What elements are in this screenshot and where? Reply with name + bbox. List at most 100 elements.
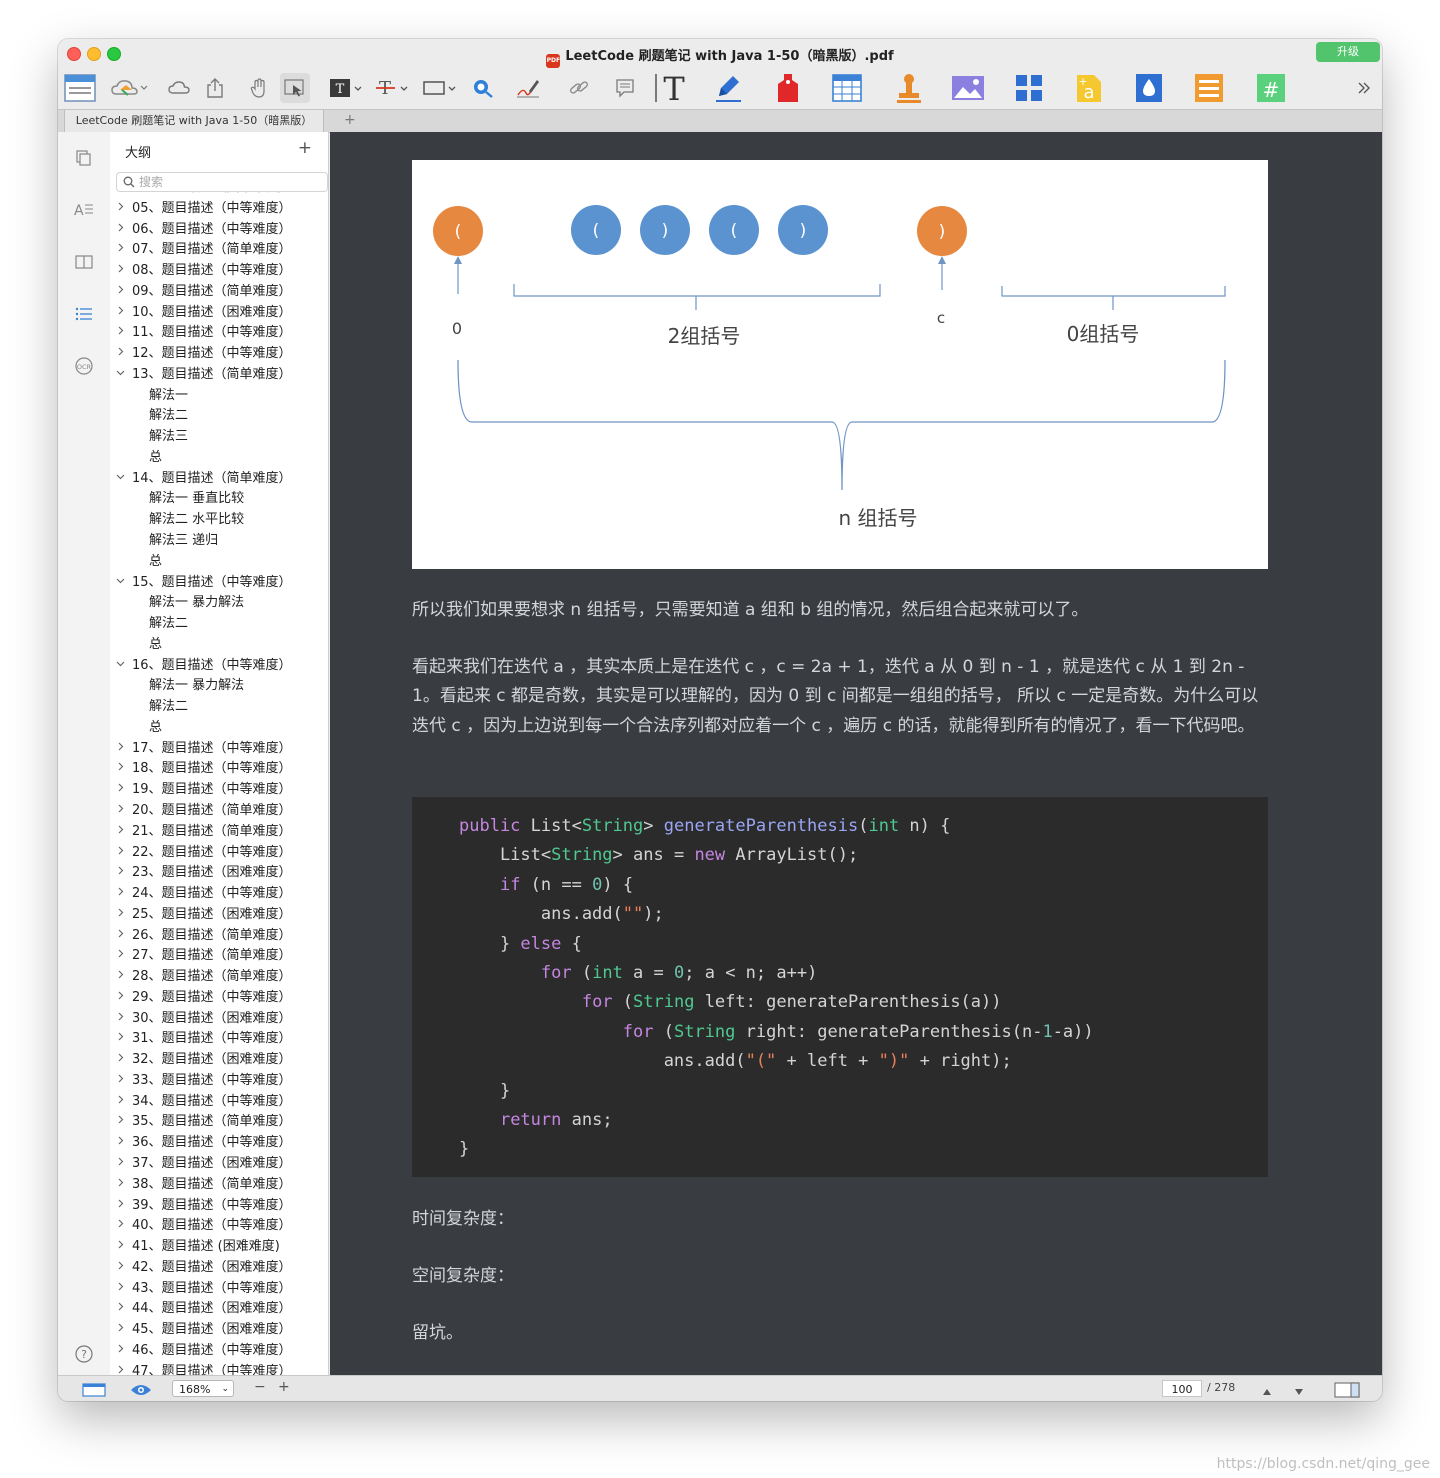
outline-subitem[interactable]: 解法一 垂直比较 <box>110 489 328 510</box>
outline-item[interactable]: 29、题目描述（中等难度） <box>110 988 328 1009</box>
outline-item[interactable]: 11、题目描述（中等难度） <box>110 323 328 344</box>
chevron-right-icon[interactable] <box>116 1196 125 1217</box>
bates-number-icon[interactable]: # <box>1254 73 1288 103</box>
chevron-right-icon[interactable] <box>116 282 125 303</box>
outline-item[interactable]: 21、题目描述（简单难度） <box>110 822 328 843</box>
outline-item[interactable]: 22、题目描述（中等难度） <box>110 843 328 864</box>
ocr-search-icon[interactable] <box>470 73 496 103</box>
cloud-icon[interactable] <box>166 73 192 103</box>
outline-item[interactable]: 20、题目描述（简单难度） <box>110 801 328 822</box>
chevron-right-icon[interactable] <box>116 1112 125 1133</box>
hand-tool-icon[interactable] <box>246 73 272 103</box>
outline-item[interactable]: 13、题目描述（简单难度） <box>110 365 328 386</box>
chevron-right-icon[interactable] <box>116 884 125 905</box>
outline-item[interactable]: 41、题目描述 (困难难度) <box>110 1237 328 1258</box>
chevron-down-icon[interactable] <box>116 365 125 386</box>
outline-item[interactable]: 23、题目描述（困难难度） <box>110 863 328 884</box>
chevron-right-icon[interactable] <box>116 323 125 344</box>
outline-subitem[interactable]: 解法二 <box>110 697 328 718</box>
outline-subitem[interactable]: 解法二 <box>110 614 328 635</box>
outline-item[interactable]: 38、题目描述（简单难度） <box>110 1175 328 1196</box>
document-view[interactable]: ( ( ) ( ) ) 0 c 2组括号 0组括号 n 组括号 所以我们如果要想… <box>330 132 1382 1375</box>
outline-item[interactable]: 15、题目描述（中等难度） <box>110 573 328 594</box>
chevron-right-icon[interactable] <box>116 946 125 967</box>
chevron-right-icon[interactable] <box>116 1092 125 1113</box>
outline-subitem[interactable]: 解法二 <box>110 406 328 427</box>
outline-list-icon[interactable] <box>72 302 96 326</box>
outline-subitem[interactable]: 总 <box>110 552 328 573</box>
chevron-down-icon[interactable] <box>116 656 125 677</box>
outline-item[interactable]: 44、题目描述（困难难度） <box>110 1299 328 1320</box>
chevron-right-icon[interactable] <box>116 739 125 760</box>
table-icon[interactable] <box>830 73 864 103</box>
chevron-right-icon[interactable] <box>116 240 125 261</box>
outline-item[interactable]: 12、题目描述（中等难度） <box>110 344 328 365</box>
outline-item[interactable]: 43、题目描述（中等难度） <box>110 1279 328 1300</box>
chevron-right-icon[interactable] <box>116 967 125 988</box>
chevron-right-icon[interactable] <box>116 863 125 884</box>
chevron-right-icon[interactable] <box>116 905 125 926</box>
chevron-right-icon[interactable] <box>116 344 125 365</box>
chevron-right-icon[interactable] <box>116 1320 125 1341</box>
bookmark-tag-icon[interactable] <box>772 73 804 103</box>
zoom-in-button[interactable]: + <box>278 1379 290 1395</box>
apps-grid-icon[interactable] <box>1012 73 1046 103</box>
chevron-right-icon[interactable] <box>116 1009 125 1030</box>
outline-subitem[interactable]: 解法二 水平比较 <box>110 510 328 531</box>
select-tool-icon[interactable] <box>280 73 310 103</box>
outline-item[interactable]: 30、题目描述（困难难度） <box>110 1009 328 1030</box>
thumbnails-icon[interactable] <box>72 146 96 170</box>
outline-item[interactable]: 46、题目描述（中等难度） <box>110 1341 328 1362</box>
chevron-right-icon[interactable] <box>116 1299 125 1320</box>
chevron-right-icon[interactable] <box>116 1341 125 1362</box>
chevron-right-icon[interactable] <box>116 780 125 801</box>
outline-subitem[interactable]: 解法三 递归 <box>110 531 328 552</box>
strikethrough-tool-icon[interactable]: T <box>374 73 412 103</box>
outline-item[interactable]: 08、题目描述（中等难度） <box>110 261 328 282</box>
outline-item[interactable]: 14、题目描述（简单难度） <box>110 469 328 490</box>
chevron-right-icon[interactable] <box>116 1237 125 1258</box>
chevron-right-icon[interactable] <box>116 1029 125 1050</box>
annotations-list-icon[interactable]: A <box>72 198 96 222</box>
chevron-down-icon[interactable] <box>116 573 125 594</box>
signature-icon[interactable] <box>514 73 542 103</box>
new-tab-button[interactable]: + <box>344 110 356 130</box>
ocr-icon[interactable]: OCR <box>72 354 96 378</box>
outline-item[interactable]: 28、题目描述（简单难度） <box>110 967 328 988</box>
outline-item[interactable]: 27、题目描述（简单难度） <box>110 946 328 967</box>
outline-item[interactable]: 07、题目描述（简单难度） <box>110 240 328 261</box>
outline-item[interactable]: 47、题目描述（中等难度） <box>110 1362 328 1375</box>
stamp-icon[interactable] <box>892 73 926 103</box>
outline-subitem[interactable]: 解法三 <box>110 427 328 448</box>
chevron-right-icon[interactable] <box>116 1154 125 1175</box>
chevron-right-icon[interactable] <box>116 926 125 947</box>
tab-document[interactable]: LeetCode 刷题笔记 with Java 1-50（暗黑版） <box>64 110 324 132</box>
help-icon[interactable]: ? <box>72 1342 96 1366</box>
outline-subitem[interactable]: 解法一 暴力解法 <box>110 593 328 614</box>
chevron-right-icon[interactable] <box>116 1279 125 1300</box>
zoom-select[interactable]: 168% ⌄ <box>172 1380 234 1397</box>
outline-item[interactable]: 39、题目描述（中等难度） <box>110 1196 328 1217</box>
chevron-right-icon[interactable] <box>116 1362 125 1375</box>
outline-item[interactable]: 45、题目描述（困难难度） <box>110 1320 328 1341</box>
upgrade-button[interactable]: 升级 <box>1316 42 1380 62</box>
outline-item[interactable]: 18、题目描述（中等难度） <box>110 759 328 780</box>
image-icon[interactable] <box>950 73 986 103</box>
outline-item[interactable]: 36、题目描述（中等难度） <box>110 1133 328 1154</box>
outline-item[interactable]: 06、题目描述（中等难度） <box>110 220 328 241</box>
text-box-tool-icon[interactable]: T <box>328 73 366 103</box>
sidebar-view-button[interactable] <box>64 73 96 103</box>
book-reader-icon[interactable] <box>72 250 96 274</box>
outline-item[interactable]: 34、题目描述（中等难度） <box>110 1092 328 1113</box>
watermark-drop-icon[interactable] <box>1132 73 1166 103</box>
outline-search-input[interactable]: 搜索 <box>116 172 328 192</box>
outline-item[interactable]: 31、题目描述（中等难度） <box>110 1029 328 1050</box>
chevron-right-icon[interactable] <box>116 759 125 780</box>
add-page-text-icon[interactable]: a + <box>1072 73 1106 103</box>
chevron-right-icon[interactable] <box>116 1216 125 1237</box>
link-icon[interactable] <box>566 73 592 103</box>
outline-item[interactable]: 35、题目描述（简单难度） <box>110 1112 328 1133</box>
chevron-right-icon[interactable] <box>116 988 125 1009</box>
outline-item[interactable]: 26、题目描述（简单难度） <box>110 926 328 947</box>
eye-icon[interactable] <box>130 1382 152 1401</box>
